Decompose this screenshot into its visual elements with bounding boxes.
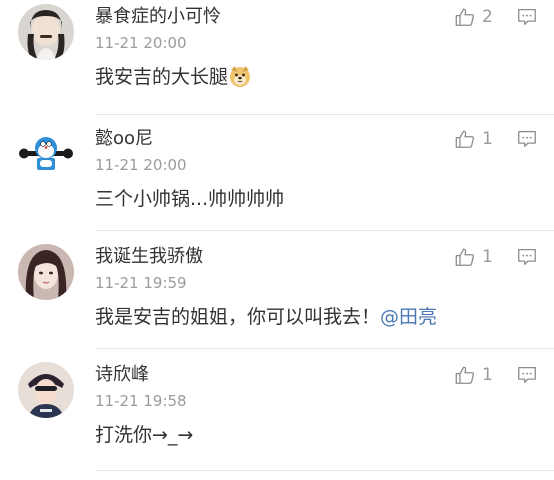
comment-text-content: 我安吉的大长腿	[95, 66, 229, 88]
like-count: 1	[482, 129, 493, 149]
avatar-image	[18, 362, 74, 418]
comment-item: 懿oo尼 11-21 20:00 三个小帅锅...帅帅帅帅 1	[0, 126, 554, 231]
like-button[interactable]: 1	[454, 244, 493, 270]
thumbs-up-icon	[455, 8, 474, 26]
comment-bubble-icon	[518, 367, 536, 383]
comment-item: 我诞生我骄傲 11-21 19:59 我是安吉的姐姐，你可以叫我去！@田亮 1	[0, 244, 554, 349]
comment-text: 我安吉的大长腿	[95, 64, 252, 90]
like-count: 1	[482, 247, 493, 267]
username[interactable]: 暴食症的小可怜	[95, 6, 221, 28]
timestamp: 11-21 20:00	[95, 156, 187, 174]
comment-text: 我是安吉的姐姐，你可以叫我去！@田亮	[95, 304, 437, 330]
comment-text: 打洗你→_→	[95, 424, 194, 446]
avatar-image	[18, 244, 74, 300]
thumbs-up-icon	[455, 248, 474, 266]
avatar-image	[18, 4, 74, 60]
timestamp: 11-21 19:59	[95, 274, 187, 292]
username[interactable]: 诗欣峰	[95, 364, 149, 386]
like-button[interactable]: 1	[454, 362, 493, 388]
comment-bubble-icon	[518, 9, 536, 25]
divider	[95, 114, 554, 115]
avatar[interactable]	[18, 362, 74, 418]
comment-text: 三个小帅锅...帅帅帅帅	[95, 188, 285, 210]
divider	[95, 230, 554, 231]
reply-button[interactable]	[516, 6, 538, 28]
divider	[95, 470, 554, 471]
timestamp: 11-21 20:00	[95, 34, 187, 52]
avatar-image	[18, 126, 74, 182]
comment-text-content: 我是安吉的姐姐，你可以叫我去！	[95, 306, 381, 328]
comment-item: 暴食症的小可怜 11-21 20:00 我安吉的大长腿 2	[0, 4, 554, 115]
divider	[95, 348, 554, 349]
comment-item: 诗欣峰 11-21 19:58 打洗你→_→ 1	[0, 362, 554, 471]
thumbs-up-icon	[455, 130, 474, 148]
mention-link[interactable]: @田亮	[380, 306, 437, 328]
like-button[interactable]: 2	[454, 4, 493, 30]
thumbs-up-icon	[455, 366, 474, 384]
reply-button[interactable]	[516, 364, 538, 386]
comment-list: 暴食症的小可怜 11-21 20:00 我安吉的大长腿 2 懿oo尼 11-21…	[0, 0, 554, 480]
comment-bubble-icon	[518, 131, 536, 147]
timestamp: 11-21 19:58	[95, 392, 187, 410]
avatar[interactable]	[18, 244, 74, 300]
like-count: 1	[482, 365, 493, 385]
reply-button[interactable]	[516, 246, 538, 268]
username[interactable]: 懿oo尼	[95, 128, 153, 150]
avatar[interactable]	[18, 126, 74, 182]
like-count: 2	[482, 7, 493, 27]
reply-button[interactable]	[516, 128, 538, 150]
avatar[interactable]	[18, 4, 74, 60]
comment-bubble-icon	[518, 249, 536, 265]
dog-face-emoji-icon	[230, 66, 251, 87]
username[interactable]: 我诞生我骄傲	[95, 246, 203, 268]
like-button[interactable]: 1	[454, 126, 493, 152]
